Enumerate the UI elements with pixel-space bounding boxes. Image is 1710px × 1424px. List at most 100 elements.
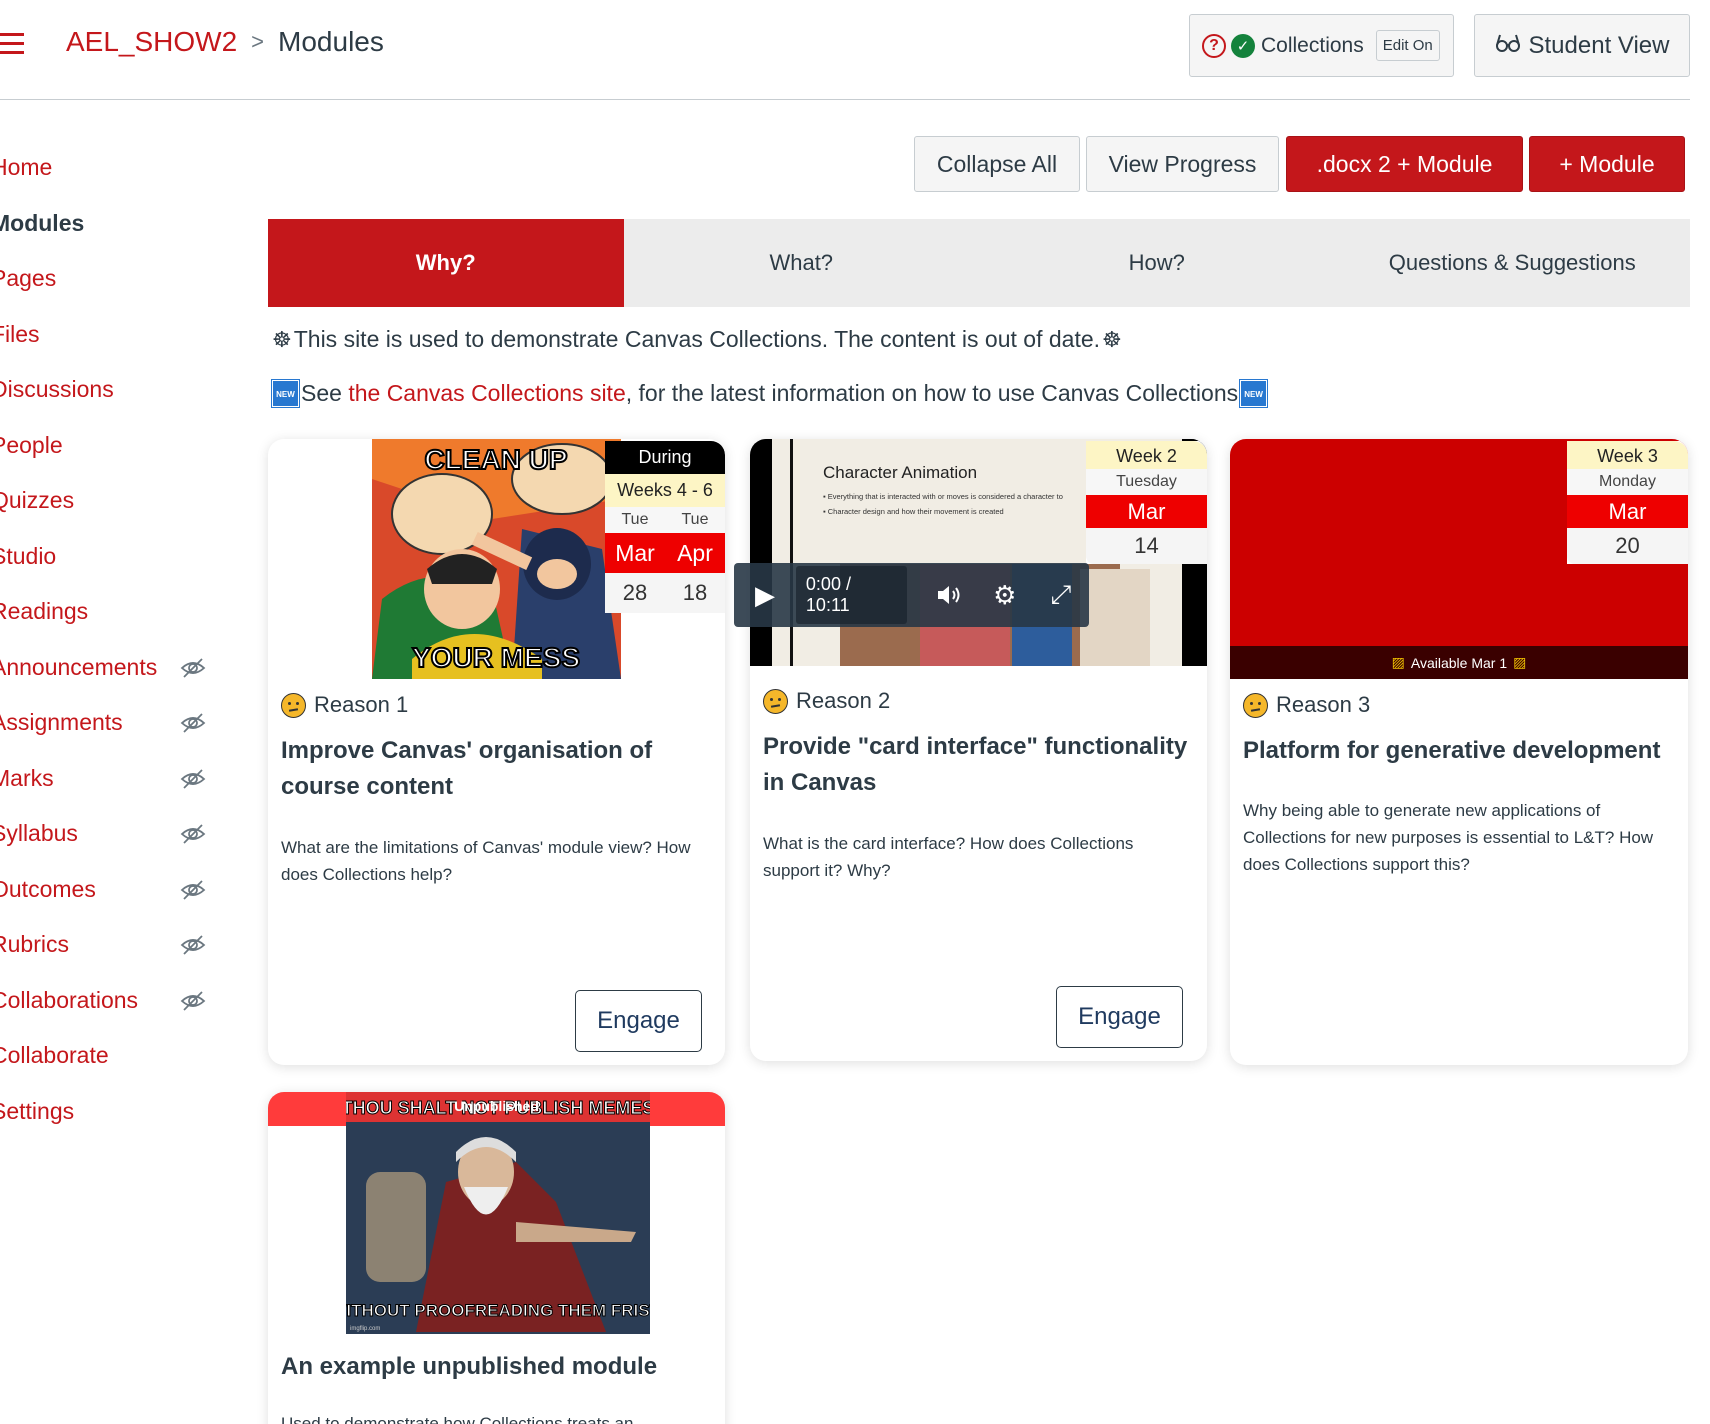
sidebar-item-announcements[interactable]: Announcements	[0, 640, 215, 696]
date-badge: Week 2 Tuesday Mar 14	[1086, 441, 1207, 564]
tab-why[interactable]: Why?	[268, 219, 624, 307]
sidebar-item-home[interactable]: Home	[0, 140, 215, 196]
eye-slash-icon	[180, 877, 206, 903]
card-description: What is the card interface? How does Col…	[763, 834, 1134, 880]
video-bullet: Everything that is interacted with or mo…	[827, 492, 1063, 501]
date-month: Mar	[1086, 495, 1207, 528]
sidebar-item-settings[interactable]: Settings	[0, 1084, 215, 1140]
construction-icon: ▨	[1391, 654, 1405, 670]
thinking-face-icon	[1243, 692, 1268, 718]
card-title[interactable]: An example unpublished module	[281, 1349, 716, 1385]
availability-bar: ▨ Available Mar 1 ▨	[1230, 646, 1688, 679]
view-progress-button[interactable]: View Progress	[1086, 136, 1279, 192]
card-description: Why being able to generate new applicati…	[1243, 801, 1654, 874]
sidebar-item-label: Discussions	[0, 376, 114, 403]
date-weeks: Weeks 4 - 6	[605, 474, 725, 507]
sidebar-item-outcomes[interactable]: Outcomes	[0, 862, 215, 918]
sidebar-item-quizzes[interactable]: Quizzes	[0, 473, 215, 529]
sidebar-item-rubrics[interactable]: Rubrics	[0, 917, 215, 973]
sidebar-item-collaborations[interactable]: Collaborations	[0, 973, 215, 1029]
video-controls: ▶ 0:00 / 10:11 ⚙ ⤢	[734, 563, 1089, 627]
eye-slash-icon	[180, 766, 206, 792]
wheel-icon: ☸	[272, 326, 292, 352]
engage-button[interactable]: Engage	[575, 990, 702, 1052]
play-icon[interactable]: ▶	[734, 580, 796, 611]
course-navigation: Home Modules Pages Files Discussions People Qu…	[0, 140, 215, 1139]
volume-icon[interactable]	[921, 583, 977, 607]
breadcrumb-course-link[interactable]: AEL_SHOW2	[66, 26, 237, 58]
eye-slash-icon	[180, 988, 206, 1014]
sidebar-item-discussions[interactable]: Discussions	[0, 362, 215, 418]
sidebar-item-modules[interactable]: Modules	[0, 196, 215, 252]
help-icon[interactable]: ?	[1202, 33, 1226, 58]
edit-on-button[interactable]: Edit On	[1375, 30, 1440, 61]
sidebar-item-files[interactable]: Files	[0, 307, 215, 363]
sidebar-item-label: Syllabus	[0, 820, 78, 847]
date-start-day: Tue	[621, 511, 649, 528]
student-view-label: Student View	[1528, 31, 1670, 59]
date-day: Tuesday	[1086, 469, 1207, 495]
sidebar-item-label: People	[0, 431, 63, 458]
card-title[interactable]: Platform for generative development	[1243, 733, 1678, 769]
date-start-num: 28	[622, 580, 648, 605]
tab-how[interactable]: How?	[979, 219, 1335, 307]
sidebar-item-pages[interactable]: Pages	[0, 251, 215, 307]
tab-questions-suggestions[interactable]: Questions & Suggestions	[1335, 219, 1691, 307]
collections-label: Collections	[1261, 33, 1364, 57]
sidebar-item-label: Rubrics	[0, 931, 69, 958]
global-header: AEL_SHOW2 > Modules ? ✓ Collections Edit…	[0, 0, 1690, 100]
fullscreen-icon[interactable]: ⤢	[1033, 579, 1089, 611]
sidebar-item-syllabus[interactable]: Syllabus	[0, 806, 215, 862]
collections-tabs: Why? What? How? Questions & Suggestions	[268, 219, 1690, 307]
meme-bottom-text: YOUR MESS	[412, 642, 580, 673]
date-num: 20	[1567, 528, 1688, 564]
sidebar-item-label: Collaborations	[0, 986, 139, 1013]
video-bullet: Character design and how their movement …	[827, 507, 1004, 516]
sidebar-item-collaborate[interactable]: Collaborate	[0, 1028, 215, 1084]
sidebar-item-people[interactable]: People	[0, 418, 215, 474]
student-view-button[interactable]: Student View	[1474, 14, 1690, 77]
breadcrumb-separator-icon: >	[251, 29, 265, 54]
sidebar-item-label: Outcomes	[0, 875, 96, 902]
breadcrumb: AEL_SHOW2 > Modules	[66, 26, 384, 58]
card-label-text: Reason 1	[314, 692, 409, 717]
collapse-all-button[interactable]: Collapse All	[914, 136, 1080, 192]
eye-slash-icon	[180, 655, 206, 681]
hamburger-menu-icon[interactable]	[0, 33, 24, 55]
construction-icon: ▨	[1513, 654, 1527, 670]
date-week: Week 3	[1567, 441, 1688, 469]
eye-slash-icon	[180, 821, 206, 847]
settings-gear-icon[interactable]: ⚙	[977, 580, 1033, 611]
add-module-button[interactable]: + Module	[1529, 136, 1685, 192]
card-description: Used to demonstrate how Collections trea…	[281, 1414, 634, 1424]
sidebar-item-studio[interactable]: Studio	[0, 529, 215, 585]
demo-notice: ☸ This site is used to demonstrate Canva…	[270, 326, 1124, 353]
sidebar-item-label: Pages	[0, 265, 57, 292]
canvas-collections-site-link[interactable]: the Canvas Collections site	[348, 380, 625, 407]
latest-info-notice: NEW See the Canvas Collections site , fo…	[270, 379, 1269, 408]
docx-add-module-button[interactable]: .docx 2 + Module	[1286, 136, 1523, 192]
card-title[interactable]: Improve Canvas' organisation of course c…	[281, 733, 711, 805]
date-range-badge: During Weeks 4 - 6 Tue Tue Mar Apr 28 18	[605, 441, 725, 613]
date-week: Week 2	[1086, 441, 1207, 469]
sidebar-item-label: Collaborate	[0, 1042, 109, 1069]
date-end-month: Apr	[677, 540, 713, 566]
engage-button[interactable]: Engage	[1056, 986, 1183, 1048]
card-title[interactable]: Provide "card interface" functionality i…	[763, 729, 1198, 801]
check-circle-icon: ✓	[1231, 33, 1255, 58]
new-icon: NEW	[1239, 379, 1269, 408]
eye-slash-icon	[180, 710, 206, 736]
sidebar-item-label: Quizzes	[0, 487, 75, 514]
sidebar-item-assignments[interactable]: Assignments	[0, 695, 215, 751]
new-icon: NEW	[271, 379, 300, 408]
date-num: 14	[1086, 528, 1207, 564]
sidebar-item-marks[interactable]: Marks	[0, 751, 215, 807]
meme-bottom-text: WITHOUT PROOFREADING THEM FRIST!	[346, 1301, 650, 1320]
wheel-icon: ☸	[1102, 326, 1122, 352]
video-slide-bullets: ▪ Everything that is interacted with or …	[823, 492, 1063, 516]
sidebar-item-readings[interactable]: Readings	[0, 584, 215, 640]
date-month: Mar	[1567, 495, 1688, 528]
tab-what[interactable]: What?	[624, 219, 980, 307]
video-time: 0:00 / 10:11	[795, 566, 907, 624]
sidebar-item-label: Readings	[0, 598, 89, 625]
